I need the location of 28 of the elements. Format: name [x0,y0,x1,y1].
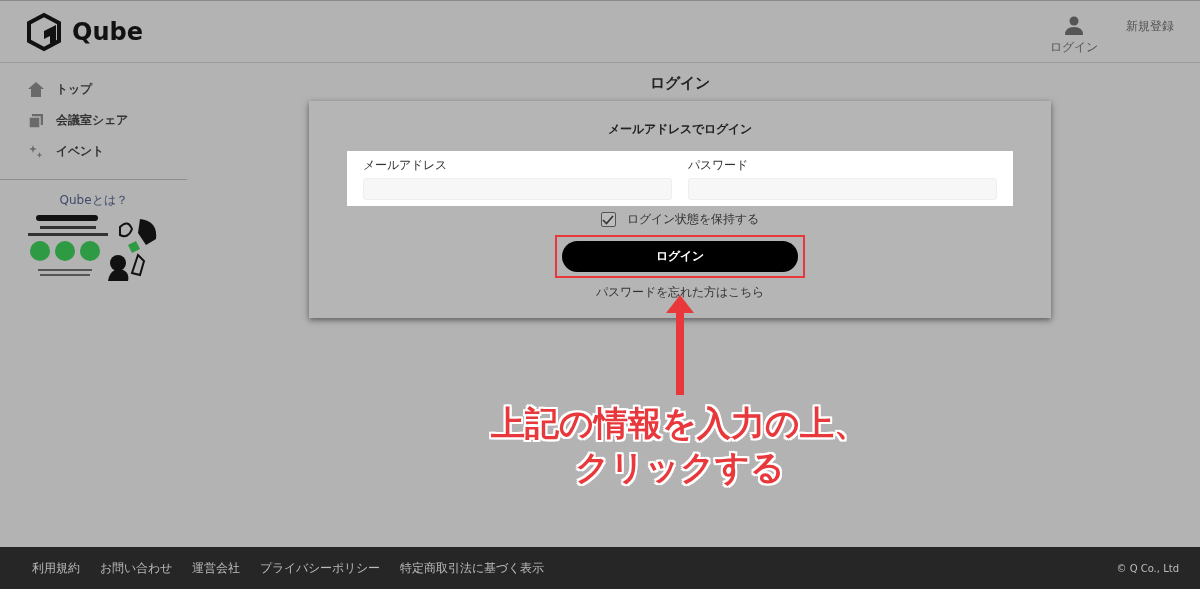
squares-icon [28,113,44,128]
login-button[interactable]: ログイン [561,241,798,272]
sparkle-icon [28,144,44,159]
field-label: メールアドレス [362,157,448,174]
checkbox-label: ログイン状態を保持する [626,211,759,228]
user-icon [1065,15,1083,35]
sidebar-item[interactable]: 会議室シェア [28,111,187,130]
logo-text: Qube [72,17,143,46]
page-title: ログイン [649,74,710,93]
login-link[interactable]: ログイン [1050,7,1098,56]
field-label: パスワード [687,157,749,174]
footer-link[interactable]: 特定商取引法に基づく表示 [400,559,544,577]
signup-link[interactable]: 新規登録 [1126,18,1174,35]
forgot-password-link[interactable]: パスワードを忘れた方はこちら [595,284,764,301]
promo-title: Qubeとは？ [59,192,128,209]
home-icon [28,82,44,97]
annotation-text: 上記の情報を入力の上、 クリックする [491,402,868,490]
footer-link[interactable]: プライバシーポリシー [260,559,380,577]
sidebar-item[interactable]: イベント [28,142,187,161]
form-heading: メールアドレスでログイン [607,121,752,138]
copyright: © Q Co., Ltd [1116,562,1179,574]
checkbox[interactable] [600,212,616,227]
sidebar-item[interactable]: トップ [28,80,187,99]
check-icon [602,214,614,225]
footer-link[interactable]: 利用規約 [32,559,80,577]
footer-link[interactable]: 運営会社 [192,559,240,577]
footer-link[interactable]: お問い合わせ [100,559,172,577]
logo-icon [24,11,64,52]
